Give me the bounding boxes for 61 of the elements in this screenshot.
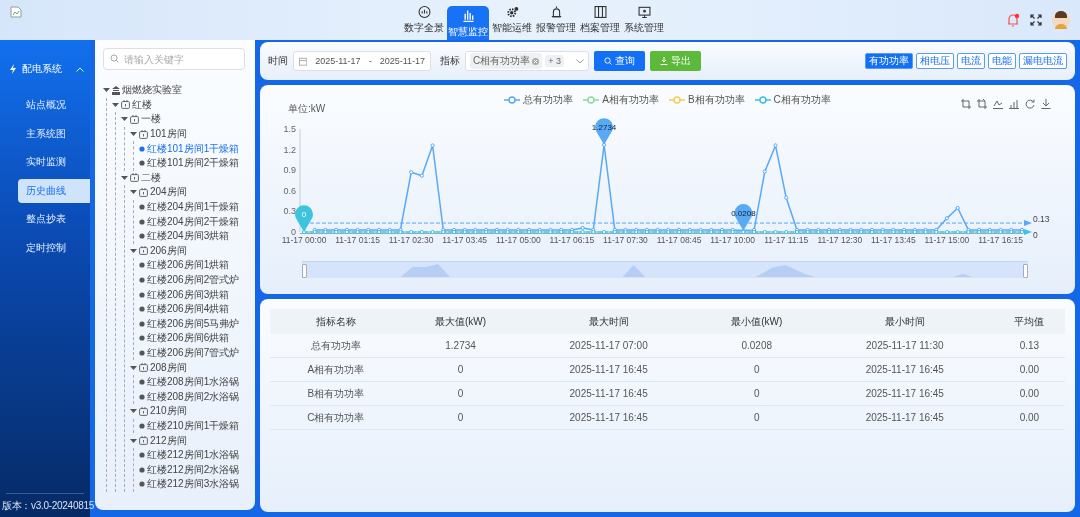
x-tick-label: 11-17 12:30 [817, 235, 863, 245]
date-separator: - [368, 56, 372, 66]
x-tick-label: 11-17 08:45 [656, 235, 702, 245]
x-tick-label: 11-17 11:15 [764, 235, 809, 245]
table-cell: 2025-11-17 16:45 [519, 381, 698, 406]
y-tick-label: 0.3 [283, 206, 296, 217]
x-tick-label: 11-17 01:15 [335, 235, 380, 245]
y-tick-label: 0.9 [283, 165, 296, 176]
table-cell: 2025-11-17 16:45 [519, 357, 698, 382]
table-cell: 0 [401, 381, 520, 406]
table-cell: 0.13 [993, 334, 1065, 358]
table-cell: 总有功功率 [270, 334, 402, 358]
table-cell: 0 [697, 405, 816, 430]
table-cell: 1.2734 [401, 334, 520, 358]
table-cell: B相有功功率 [270, 381, 402, 406]
table-cell: 0.0208 [697, 334, 816, 358]
table-cell: 0.00 [993, 381, 1065, 406]
x-tick-label: 11-17 00:00 [281, 235, 327, 245]
average-label: 0.13 [1033, 214, 1050, 225]
pin-label: 0 [301, 210, 307, 219]
start-date: 2025-11-17 [315, 56, 361, 66]
table-cell: C相有功功率 [270, 405, 402, 430]
column-header: 平均值 [993, 309, 1065, 334]
table-cell: A相有功功率 [270, 357, 402, 382]
table-cell: 2025-11-17 16:45 [815, 357, 994, 382]
unit-label: 单位:kW [288, 102, 326, 116]
table-cell: 0 [697, 357, 816, 382]
column-header: 最小时间 [815, 309, 994, 334]
table-cell: 0 [401, 405, 520, 430]
x-tick-label: 11-17 16:15 [978, 235, 1023, 245]
table-cell: 0.00 [993, 405, 1065, 430]
tag-label: C相有功功率 [473, 54, 531, 68]
x-tick-label: 11-17 03:45 [442, 235, 488, 245]
column-header: 最小值(kW) [697, 309, 816, 334]
column-header: 最大时间 [519, 309, 698, 334]
x-tick-label: 11-17 05:00 [495, 235, 541, 245]
x-tick-label: 11-17 02:30 [388, 235, 434, 245]
column-header: 指标名称 [270, 309, 402, 334]
end-date: 2025-11-17 [379, 56, 425, 66]
table-cell: 0 [697, 381, 816, 406]
column-header: 最大值(kW) [401, 309, 520, 334]
y-tick-label: 0.6 [283, 185, 296, 196]
y-tick-label: 1.5 [283, 124, 296, 134]
x-tick-label: 11-17 07:30 [603, 235, 648, 245]
table-cell: 2025-11-17 16:45 [519, 405, 698, 430]
y-tick-label: 0 [291, 227, 296, 237]
x-tick-label: 11-17 13:45 [871, 235, 916, 245]
metric-label: 指标 [440, 54, 460, 68]
average-label: 0 [1033, 230, 1038, 240]
table-cell: 0.00 [993, 357, 1065, 382]
x-tick-label: 11-17 06:15 [549, 235, 595, 245]
more-count: + 3 [545, 55, 564, 67]
x-tick-label: 11-17 15:00 [924, 235, 970, 245]
y-tick-label: 1.2 [283, 144, 296, 155]
table-cell: 2025-11-17 07:00 [519, 334, 698, 358]
x-tick-label: 11-17 10:00 [710, 235, 756, 245]
table-cell: 2025-11-17 11:30 [815, 334, 994, 358]
table-cell: 2025-11-17 16:45 [815, 405, 994, 430]
table-cell: 2025-11-17 16:45 [815, 381, 994, 406]
time-label: 时间 [268, 54, 288, 68]
table-cell: 0 [401, 357, 520, 382]
